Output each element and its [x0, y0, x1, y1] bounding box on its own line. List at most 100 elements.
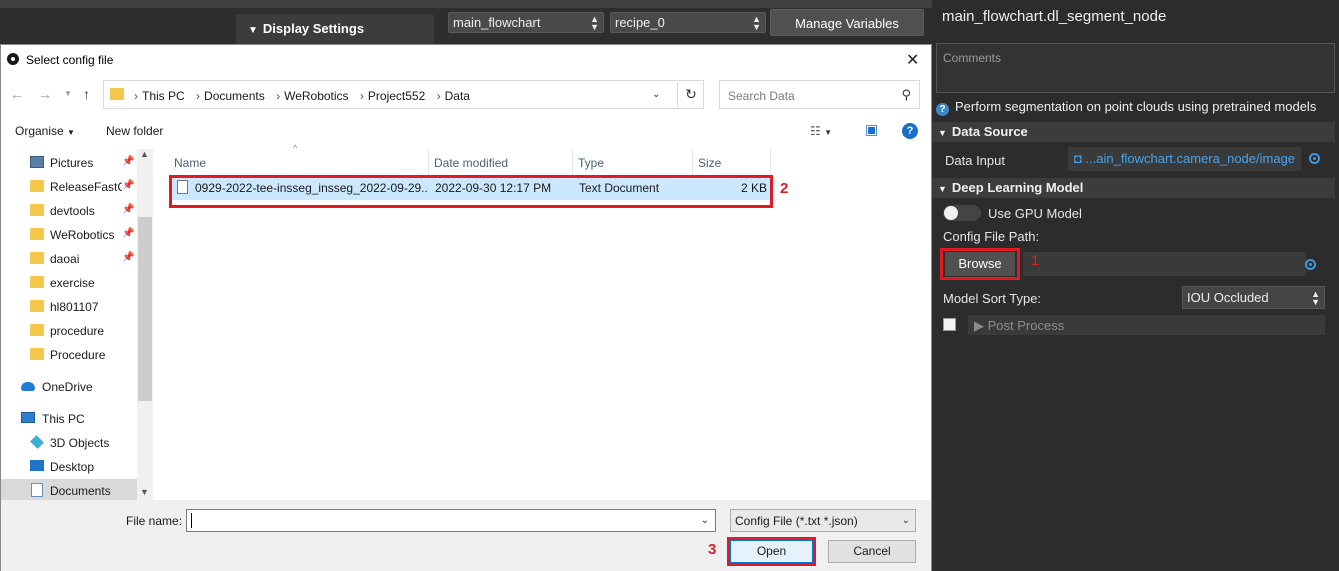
sidebar-item-label: WeRobotics — [50, 228, 115, 242]
text-caret — [191, 513, 192, 528]
sidebar-item-werobotics[interactable]: WeRobotics 📌 — [1, 223, 137, 247]
model-sort-type-select[interactable]: IOU Occluded ▲ ▼ — [1182, 286, 1325, 309]
search-input[interactable]: Search Data ⚲ — [719, 80, 920, 109]
post-process-label: Post Process — [987, 318, 1065, 333]
preview-pane-icon[interactable]: ▣ — [865, 121, 878, 138]
dialog-toolbar: Organise ▼ New folder ☷ ▼ ▣ ? — [1, 119, 931, 145]
expand-triangle-icon: ▶ — [974, 318, 988, 333]
pc-icon — [21, 412, 35, 423]
section-deep-learning-model[interactable]: ▼ Deep Learning Model — [932, 178, 1335, 198]
dialog-footer: File name: ⌄ Config File (*.txt *.json) … — [1, 500, 931, 571]
manage-variables-button[interactable]: Manage Variables — [770, 9, 924, 36]
new-folder-button[interactable]: New folder — [106, 124, 163, 138]
column-header-date-modified[interactable]: Date modified — [429, 149, 573, 175]
breadcrumb-separator: › — [359, 89, 364, 103]
breadcrumb-item[interactable]: Documents — [204, 89, 265, 103]
sidebar-item-3d-objects[interactable]: 3D Objects — [1, 431, 137, 455]
updown-arrows-icon: ▲ ▼ — [752, 14, 761, 32]
forward-arrow-icon[interactable]: → — [38, 86, 52, 102]
post-process-checkbox[interactable] — [943, 318, 956, 331]
sidebar-item-this-pc[interactable]: This PC — [1, 407, 137, 431]
scroll-down-icon[interactable]: ▼ — [140, 487, 149, 497]
sidebar-item-procedure[interactable]: Procedure — [1, 343, 137, 367]
breadcrumb-item[interactable]: Project552 — [368, 89, 425, 103]
sidebar-item-label: This PC — [42, 412, 85, 426]
use-gpu-toggle[interactable] — [943, 205, 981, 221]
file-type-value: Config File (*.txt *.json) — [735, 514, 858, 528]
section-data-source[interactable]: ▼ Data Source — [932, 122, 1335, 142]
breadcrumb-separator: › — [134, 89, 138, 103]
breadcrumb-separator: › — [436, 89, 441, 103]
sidebar-item-daoai[interactable]: daoai 📌 — [1, 247, 137, 271]
data-input-label: Data Input — [945, 153, 1005, 168]
file-name-input[interactable]: ⌄ — [186, 509, 716, 532]
sidebar-item-devtools[interactable]: devtools 📌 — [1, 199, 137, 223]
column-header-type[interactable]: Type — [573, 149, 693, 175]
column-header-size[interactable]: Size — [693, 149, 771, 175]
column-header-label: Size — [698, 156, 722, 170]
refresh-icon[interactable]: ↻ — [677, 82, 704, 107]
address-bar[interactable]: › This PC › Documents › WeRobotics › Project… — [103, 80, 704, 109]
data-input-field[interactable]: ◘ ...ain_flowchart.camera_node/image — [1068, 147, 1301, 171]
comments-input[interactable]: Comments — [936, 43, 1335, 93]
file-name-label: File name: — [126, 514, 183, 528]
close-icon[interactable]: ✕ — [906, 50, 919, 70]
file-type-select[interactable]: Config File (*.txt *.json) ⌄ — [730, 509, 916, 532]
folder-icon — [30, 228, 44, 240]
search-icon: ⚲ — [901, 87, 911, 102]
sidebar-scrollbar[interactable]: ▲ ▼ — [137, 149, 153, 501]
config-path-field[interactable] — [1023, 252, 1306, 276]
column-header-label: Name — [174, 156, 207, 170]
sidebar-item-onedrive[interactable]: OneDrive — [1, 375, 137, 399]
cancel-button[interactable]: Cancel — [828, 540, 916, 563]
section-dl-model-label: Deep Learning Model — [951, 180, 1084, 195]
dialog-title-bar: Select config file ✕ — [1, 45, 931, 75]
sidebar-item-documents[interactable]: Documents — [1, 479, 137, 501]
column-header-label: Type — [578, 156, 605, 170]
scroll-up-icon[interactable]: ▲ — [140, 149, 149, 159]
help-icon[interactable]: ? — [902, 123, 918, 139]
flowchart-select-value: main_flowchart — [453, 15, 541, 30]
post-process-section[interactable]: ▶ Post Process — [968, 315, 1325, 335]
back-arrow-icon[interactable]: ← — [10, 86, 24, 102]
sidebar-item-desktop[interactable]: Desktop — [1, 455, 137, 479]
sidebar-item-procedure-lower[interactable]: procedure — [1, 319, 137, 343]
recent-chevron-down-icon[interactable]: ▼ — [64, 89, 72, 98]
sidebar-item-releasefastcr[interactable]: ReleaseFastCr📌 — [1, 175, 137, 199]
recipe-select[interactable]: recipe_0 ▲ ▼ — [610, 12, 766, 33]
chevron-down-icon[interactable]: ⌄ — [701, 515, 709, 526]
annotation-number-3: 3 — [708, 541, 717, 558]
pin-icon: 📌 — [122, 252, 135, 263]
breadcrumb-item[interactable]: This PC — [142, 89, 185, 103]
organise-label: Organise — [15, 124, 64, 138]
link-target-icon[interactable] — [1305, 259, 1316, 270]
view-options-icon[interactable]: ☷ ▼ — [810, 124, 832, 138]
navigation-pane: Pictures📌 ReleaseFastCr📌 devtools📌 WeRob… — [1, 149, 153, 501]
column-header-name[interactable]: ^ Name — [169, 143, 429, 175]
camera-icon: ◘ — [1074, 151, 1086, 166]
breadcrumb-item[interactable]: Data — [445, 89, 470, 103]
chevron-down-icon[interactable]: ⌄ — [652, 89, 660, 100]
sidebar-item-label: exercise — [50, 276, 95, 290]
sidebar-item-label: Pictures — [50, 156, 94, 170]
folder-icon — [30, 276, 44, 288]
display-settings-tab[interactable]: ▼ Display Settings — [236, 14, 434, 44]
sidebar-item-hl801107[interactable]: hl801107 — [1, 295, 137, 319]
scrollbar-thumb[interactable] — [138, 217, 152, 401]
sidebar-item-exercise[interactable]: exercise — [1, 271, 137, 295]
flowchart-select[interactable]: main_flowchart ▲ ▼ — [448, 12, 604, 33]
breadcrumb-item[interactable]: WeRobotics — [284, 89, 348, 103]
documents-icon — [31, 483, 43, 497]
node-title: main_flowchart.dl_segment_node — [942, 8, 1167, 25]
annotation-number-2: 2 — [780, 180, 789, 197]
link-target-icon[interactable] — [1309, 153, 1320, 164]
annotation-box-2 — [169, 175, 773, 208]
file-list: ^ Name Date modified Type Size 0929-2022-… — [169, 143, 929, 501]
up-arrow-icon[interactable]: ↑ — [83, 86, 90, 102]
sidebar-item-label: procedure — [50, 324, 105, 338]
organise-menu[interactable]: Organise ▼ — [15, 124, 75, 138]
sidebar-item-label: Procedure — [50, 348, 106, 362]
folder-icon — [30, 348, 44, 360]
sidebar-item-pictures[interactable]: Pictures 📌 — [1, 151, 137, 175]
pin-icon: 📌 — [122, 180, 135, 191]
